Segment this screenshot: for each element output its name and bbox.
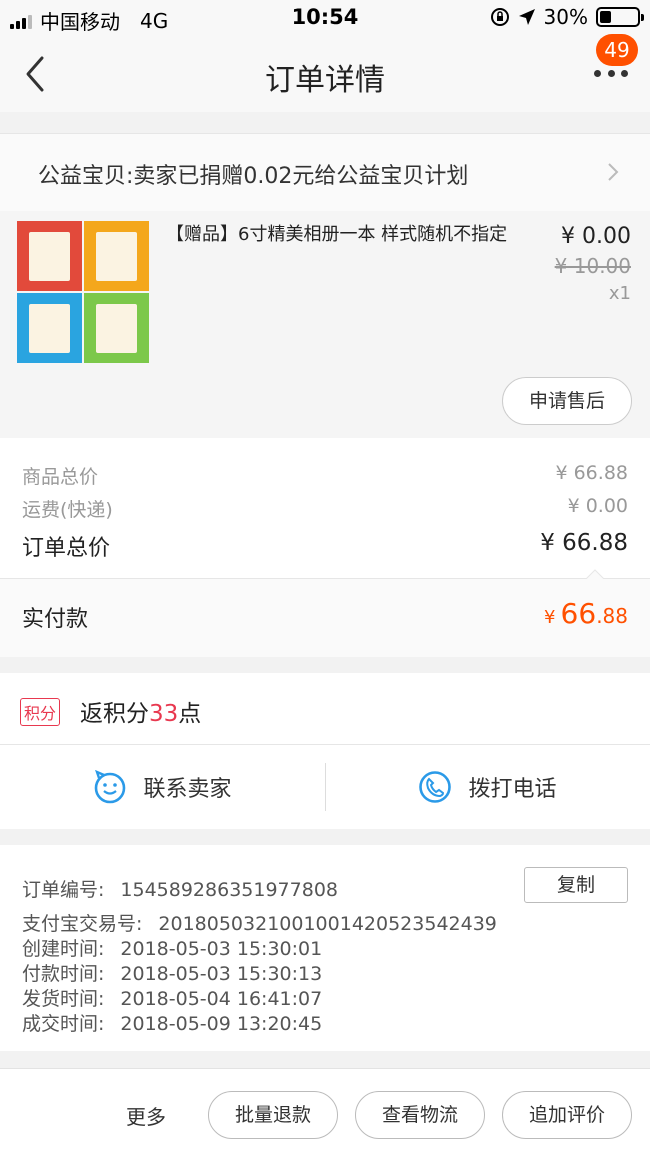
paid-integer: 66	[560, 597, 597, 630]
alipay-trade-row: 支付宝交易号: 2018050321001001420523542439	[22, 909, 497, 936]
goods-total-value: ¥ 66.88	[555, 462, 628, 484]
battery-icon	[596, 7, 644, 27]
paid-decimal: .88	[596, 604, 628, 628]
more-menu-icon[interactable]	[594, 66, 628, 80]
paid-currency: ¥	[544, 607, 556, 628]
phone-icon	[419, 771, 452, 803]
product-thumbnail[interactable]	[17, 221, 149, 363]
order-total-row: 订单总价 ¥ 66.88	[22, 530, 628, 562]
bottom-action-bar: 更多 批量退款 查看物流 追加评价	[0, 1068, 650, 1156]
view-logistics-button[interactable]: 查看物流	[355, 1091, 485, 1139]
order-total-value: ¥ 66.88	[540, 530, 628, 556]
alipay-trade-label: 支付宝交易号:	[22, 913, 143, 935]
points-text: 返积分33点	[80, 694, 201, 728]
paid-row: 实付款 ¥ 66.88	[0, 569, 650, 657]
product-title[interactable]: 【赠品】6寸精美相册一本 样式随机不指定	[166, 223, 536, 247]
points-suffix: 点	[178, 701, 202, 727]
shipping-value: ¥ 0.00	[567, 495, 628, 517]
batch-refund-button[interactable]: 批量退款	[208, 1091, 338, 1139]
contact-seller-button[interactable]: 联系卖家	[0, 745, 325, 829]
goods-total-label: 商品总价	[22, 466, 99, 488]
order-number-row: 订单编号: 154589286351977808	[22, 875, 338, 902]
chevron-right-icon	[608, 163, 619, 181]
price-summary: 商品总价 ¥ 66.88 运费(快递) ¥ 0.00 订单总价 ¥ 66.88	[0, 438, 650, 578]
shipped-time-value: 2018-05-04 16:41:07	[120, 988, 323, 1010]
points-value: 33	[149, 701, 179, 727]
status-right: 30%	[490, 5, 644, 29]
created-time-row: 创建时间: 2018-05-03 15:30:01	[22, 934, 322, 961]
battery-percent: 30%	[543, 5, 588, 29]
contact-seller-label: 联系卖家	[143, 777, 232, 802]
after-sale-button[interactable]: 申请售后	[502, 377, 632, 425]
charity-row[interactable]: 公益宝贝:卖家已捐赠0.02元给公益宝贝计划	[0, 133, 650, 211]
paid-time-label: 付款时间:	[22, 963, 105, 985]
location-arrow-icon	[518, 9, 535, 25]
product-quantity: x1	[608, 283, 631, 304]
page-title: 订单详情	[265, 63, 385, 98]
rotation-lock-icon	[490, 8, 509, 26]
caret-up-icon	[586, 569, 604, 579]
points-prefix: 返积分	[80, 701, 149, 727]
created-time-label: 创建时间:	[22, 938, 105, 960]
chat-bubble-icon	[95, 770, 126, 804]
product-item[interactable]: 【赠品】6寸精美相册一本 样式随机不指定 ¥ 0.00 ¥ 10.00 x1 申…	[0, 211, 650, 438]
shipped-time-row: 发货时间: 2018-05-04 16:41:07	[22, 984, 322, 1011]
contact-bar: 联系卖家 拨打电话	[0, 745, 650, 829]
points-row: 积分 返积分33点	[0, 673, 650, 745]
goods-total-row: 商品总价 ¥ 66.88	[22, 462, 628, 489]
order-info: 订单编号: 154589286351977808 复制 支付宝交易号: 201805…	[0, 845, 650, 1051]
message-badge: 49	[596, 34, 638, 66]
call-phone-label: 拨打电话	[468, 777, 557, 802]
completed-time-row: 成交时间: 2018-05-09 13:20:45	[22, 1009, 322, 1036]
shipping-row: 运费(快递) ¥ 0.00	[22, 495, 628, 522]
completed-time-value: 2018-05-09 13:20:45	[120, 1013, 323, 1035]
paid-label: 实付款	[22, 607, 89, 632]
product-original-price: ¥ 10.00	[554, 254, 631, 278]
order-total-label: 订单总价	[22, 536, 111, 561]
shipped-time-label: 发货时间:	[22, 988, 105, 1010]
nav-bar: 订单详情 49	[0, 34, 650, 112]
paid-time-value: 2018-05-03 15:30:13	[120, 963, 323, 985]
alipay-trade-value: 2018050321001001420523542439	[158, 913, 497, 935]
charity-text: 公益宝贝:卖家已捐赠0.02元给公益宝贝计划	[38, 164, 469, 189]
call-phone-button[interactable]: 拨打电话	[325, 745, 650, 829]
status-bar: 中国移动 4G 10:54 30%	[0, 0, 650, 36]
order-number-value: 154589286351977808	[120, 879, 338, 901]
paid-time-row: 付款时间: 2018-05-03 15:30:13	[22, 959, 322, 986]
completed-time-label: 成交时间:	[22, 1013, 105, 1035]
points-tag: 积分	[20, 698, 61, 726]
created-time-value: 2018-05-03 15:30:01	[120, 938, 323, 960]
paid-amount: ¥ 66.88	[544, 597, 628, 630]
more-button[interactable]: 更多	[126, 1101, 166, 1130]
shipping-label: 运费(快递)	[22, 499, 113, 521]
product-price: ¥ 0.00	[561, 224, 631, 249]
add-review-button[interactable]: 追加评价	[502, 1091, 632, 1139]
copy-button[interactable]: 复制	[524, 867, 628, 903]
order-number-label: 订单编号:	[22, 879, 105, 901]
